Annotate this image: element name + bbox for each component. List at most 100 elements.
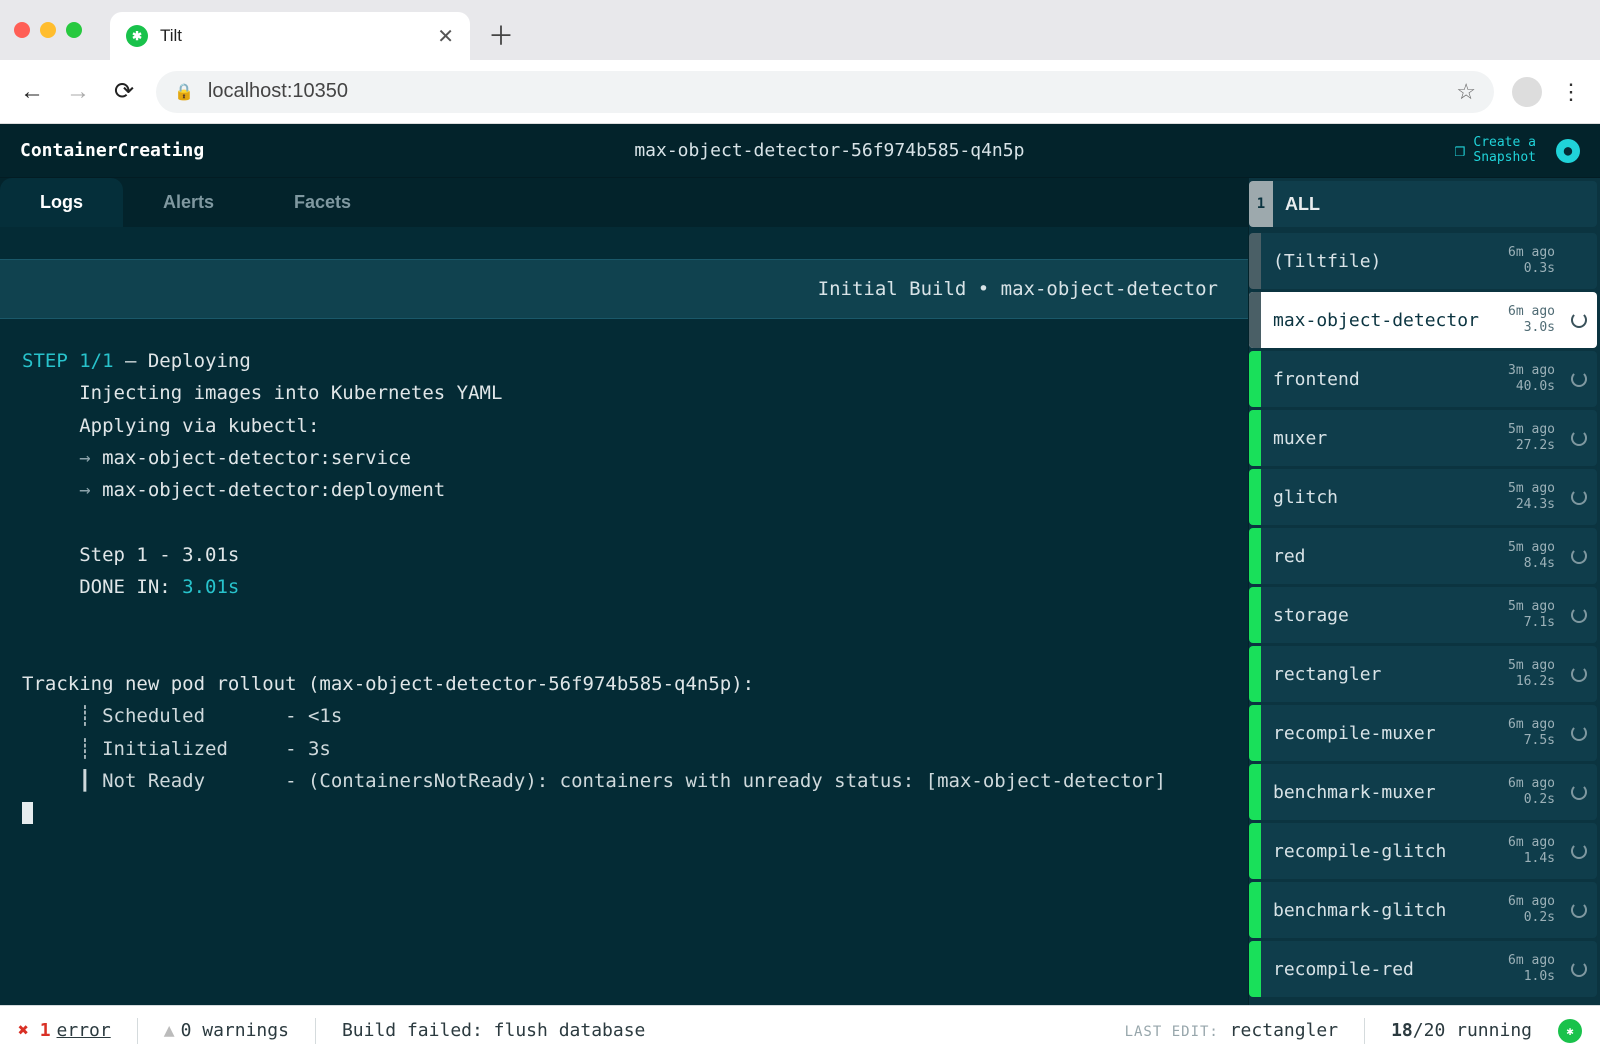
window-controls bbox=[14, 22, 82, 38]
spinner-icon bbox=[1571, 489, 1587, 505]
sidebar-item-resource[interactable]: storage5m ago7.1s bbox=[1249, 587, 1597, 643]
spinner-icon bbox=[1571, 607, 1587, 623]
tab-alerts[interactable]: Alerts bbox=[123, 178, 254, 227]
browser-toolbar: ← → ⟳ 🔒 localhost:10350 ☆ ⋮ bbox=[0, 60, 1600, 124]
resource-name: recompile-glitch bbox=[1261, 841, 1508, 862]
sidebar-item-all[interactable]: 1 ALL bbox=[1249, 181, 1597, 227]
status-bar-icon bbox=[1249, 410, 1261, 466]
status-bar-icon bbox=[1249, 941, 1261, 997]
error-count[interactable]: ✖ 1error bbox=[18, 1020, 111, 1041]
tab-title: Tilt bbox=[160, 26, 425, 46]
lock-icon: 🔒 bbox=[174, 82, 194, 102]
tilt-app: ContainerCreating max-object-detector-56… bbox=[0, 124, 1600, 1005]
resource-name: storage bbox=[1261, 605, 1508, 626]
running-count: 18/20 running bbox=[1391, 1020, 1532, 1041]
pod-name: max-object-detector-56f974b585-q4n5p bbox=[224, 140, 1434, 161]
status-bar-icon bbox=[1249, 292, 1261, 348]
sidebar-item-resource[interactable]: recompile-glitch6m ago1.4s bbox=[1249, 823, 1597, 879]
resource-meta: 6m ago1.4s bbox=[1508, 835, 1561, 866]
sidebar-item-resource[interactable]: (Tiltfile)6m ago0.3s bbox=[1249, 233, 1597, 289]
tab-logs[interactable]: Logs bbox=[0, 178, 123, 227]
resource-name: recompile-red bbox=[1261, 959, 1508, 980]
resource-name: (Tiltfile) bbox=[1261, 251, 1508, 272]
new-tab-button[interactable]: ＋ bbox=[488, 16, 514, 53]
minimize-window-icon[interactable] bbox=[40, 22, 56, 38]
sidebar-item-resource[interactable]: recompile-red6m ago1.0s bbox=[1249, 941, 1597, 997]
sidebar-item-resource[interactable]: recompile-muxer6m ago7.5s bbox=[1249, 705, 1597, 761]
spinner-icon bbox=[1571, 666, 1587, 682]
build-banner: Initial Build • max-object-detector bbox=[0, 259, 1248, 319]
status-bar-icon bbox=[1249, 528, 1261, 584]
warning-icon: ▲ bbox=[164, 1020, 175, 1041]
sidebar-item-resource[interactable]: rectangler5m ago16.2s bbox=[1249, 646, 1597, 702]
app-header: ContainerCreating max-object-detector-56… bbox=[0, 124, 1600, 178]
create-snapshot-button[interactable]: ❐ Create aSnapshot bbox=[1455, 136, 1536, 165]
status-bar-icon bbox=[1249, 823, 1261, 879]
main-tabs: Logs Alerts Facets bbox=[0, 178, 1248, 227]
resource-meta: 5m ago27.2s bbox=[1508, 422, 1561, 453]
sidebar-item-resource[interactable]: red5m ago8.4s bbox=[1249, 528, 1597, 584]
resource-status: ContainerCreating bbox=[20, 140, 204, 161]
resource-name: benchmark-muxer bbox=[1261, 782, 1508, 803]
spinner-icon bbox=[1571, 843, 1587, 859]
bookmark-icon[interactable]: ☆ bbox=[1456, 79, 1476, 105]
browser-menu-icon[interactable]: ⋮ bbox=[1560, 79, 1582, 105]
spinner-icon bbox=[1571, 371, 1587, 387]
status-bar-icon bbox=[1249, 351, 1261, 407]
status-bar-icon bbox=[1249, 233, 1261, 289]
main-pane: Logs Alerts Facets Initial Build • max-o… bbox=[0, 178, 1248, 1005]
maximize-window-icon[interactable] bbox=[66, 22, 82, 38]
resource-meta: 6m ago0.2s bbox=[1508, 894, 1561, 925]
sidebar-item-resource[interactable]: benchmark-muxer6m ago0.2s bbox=[1249, 764, 1597, 820]
last-edit: LAST EDIT: rectangler bbox=[1125, 1020, 1339, 1041]
sidebar-item-resource[interactable]: muxer5m ago27.2s bbox=[1249, 410, 1597, 466]
sidebar-item-resource[interactable]: frontend3m ago40.0s bbox=[1249, 351, 1597, 407]
resource-name: muxer bbox=[1261, 428, 1508, 449]
forward-button[interactable]: → bbox=[64, 78, 92, 106]
resource-name: glitch bbox=[1261, 487, 1508, 508]
browser-tab[interactable]: ✱ Tilt ✕ bbox=[110, 12, 470, 60]
tab-facets[interactable]: Facets bbox=[254, 178, 391, 227]
log-output: STEP 1/1 — Deploying Injecting images in… bbox=[0, 319, 1248, 1005]
resource-meta: 3m ago40.0s bbox=[1508, 363, 1561, 394]
cursor-icon bbox=[22, 802, 33, 824]
resource-meta: 5m ago8.4s bbox=[1508, 540, 1561, 571]
warning-count[interactable]: ▲0 warnings bbox=[164, 1020, 289, 1041]
resource-meta: 5m ago24.3s bbox=[1508, 481, 1561, 512]
resource-name: benchmark-glitch bbox=[1261, 900, 1508, 921]
status-bar-icon bbox=[1249, 705, 1261, 761]
spinner-icon bbox=[1571, 961, 1587, 977]
resource-name: rectangler bbox=[1261, 664, 1508, 685]
all-label: ALL bbox=[1273, 194, 1320, 215]
status-bar: ✖ 1error ▲0 warnings Build failed: flush… bbox=[0, 1005, 1600, 1055]
tab-close-icon[interactable]: ✕ bbox=[437, 24, 454, 49]
back-button[interactable]: ← bbox=[18, 78, 46, 106]
spinner-icon bbox=[1571, 548, 1587, 564]
resource-name: recompile-muxer bbox=[1261, 723, 1508, 744]
resource-meta: 6m ago0.2s bbox=[1508, 776, 1561, 807]
sidebar-item-resource[interactable]: benchmark-glitch6m ago0.2s bbox=[1249, 882, 1597, 938]
spinner-icon bbox=[1571, 430, 1587, 446]
url-text: localhost:10350 bbox=[208, 80, 348, 103]
close-window-icon[interactable] bbox=[14, 22, 30, 38]
resource-sidebar: 1 ALL (Tiltfile)6m ago0.3smax-object-det… bbox=[1248, 178, 1600, 1005]
status-ok-icon: ✱ bbox=[1558, 1019, 1582, 1043]
status-bar-icon bbox=[1249, 882, 1261, 938]
resource-meta: 6m ago3.0s bbox=[1508, 304, 1561, 335]
sidebar-item-resource[interactable]: max-object-detector6m ago3.0s bbox=[1249, 292, 1597, 348]
profile-avatar[interactable] bbox=[1512, 77, 1542, 107]
sidebar-item-resource[interactable]: glitch5m ago24.3s bbox=[1249, 469, 1597, 525]
address-bar[interactable]: 🔒 localhost:10350 ☆ bbox=[156, 71, 1494, 113]
build-failed-message: Build failed: flush database bbox=[342, 1020, 645, 1041]
account-icon[interactable]: ● bbox=[1556, 139, 1580, 163]
spinner-icon bbox=[1571, 902, 1587, 918]
spinner-icon bbox=[1571, 312, 1587, 328]
status-bar-icon bbox=[1249, 469, 1261, 525]
spinner-icon bbox=[1571, 784, 1587, 800]
resource-name: max-object-detector bbox=[1261, 310, 1508, 331]
tilt-favicon-icon: ✱ bbox=[126, 25, 148, 47]
resource-meta: 5m ago16.2s bbox=[1508, 658, 1561, 689]
resource-name: red bbox=[1261, 546, 1508, 567]
status-bar-icon bbox=[1249, 764, 1261, 820]
reload-button[interactable]: ⟳ bbox=[110, 77, 138, 106]
